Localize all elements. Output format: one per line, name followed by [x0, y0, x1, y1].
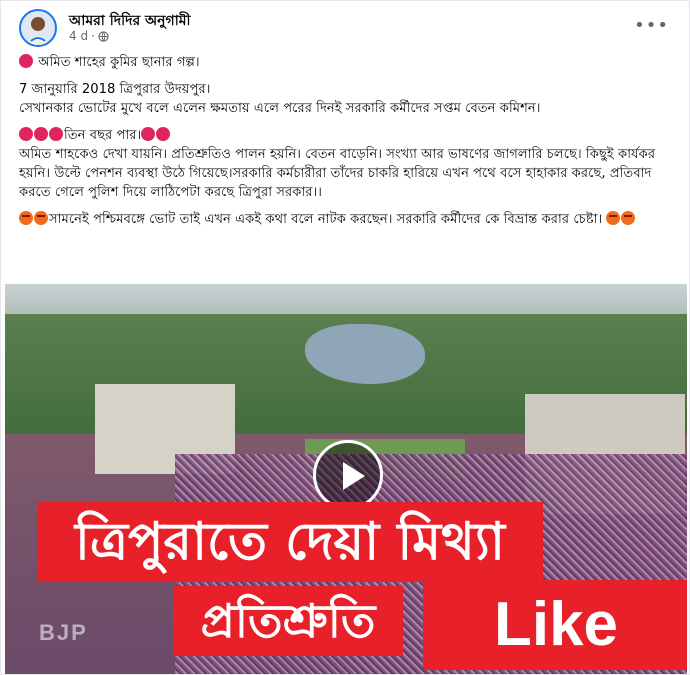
- video-player[interactable]: ত্রিপুরাতে দেয়া মিথ্যা প্রতিশ্রুতি Like…: [5, 284, 687, 674]
- post-line-5: অমিত শাহকেও দেখা যায়নি। প্রতিশ্রুতিও পা…: [19, 147, 656, 200]
- post-line-6: সামনেই পশ্চিমবঙ্গে ভোট তাই এখন একই কথা ব…: [19, 210, 675, 229]
- red-circle-icon: [141, 127, 156, 141]
- angry-face-icon: [19, 211, 33, 225]
- post-line-1: অমিত শাহের কুমির ছানার গল্প।: [19, 53, 675, 72]
- like-overlay-text: Like: [423, 580, 687, 670]
- red-circle-icon: [34, 127, 48, 141]
- red-circle-icon: [49, 127, 63, 141]
- red-circle-icon: [156, 127, 171, 141]
- more-options-icon[interactable]: •••: [634, 15, 669, 36]
- post-text: অমিত শাহের কুমির ছানার গল্প। 7 জানুয়ারি…: [19, 53, 675, 229]
- globe-icon: [98, 30, 109, 42]
- separator-dot: ·: [91, 29, 95, 43]
- page-avatar[interactable]: [19, 9, 57, 47]
- overlay-banner-line1: ত্রিপুরাতে দেয়া মিথ্যা: [37, 502, 543, 582]
- post-header: আমরা দিদির অনুগামী 4 d · •••: [13, 9, 677, 49]
- post-line-3: সেখানকার ভোটের মুখে বলে এলেন ক্ষমতায় এল…: [19, 101, 541, 116]
- post-meta: 4 d ·: [69, 29, 109, 43]
- post-line-4: তিন বছর পার।: [19, 126, 675, 145]
- bjp-watermark: BJP: [39, 620, 88, 645]
- angry-face-icon: [34, 211, 48, 225]
- overlay-banner-line2: প্রতিশ্রুতি: [173, 586, 403, 656]
- post-line-4-text: তিন বছর পার।: [64, 128, 142, 143]
- post-time[interactable]: 4 d: [69, 29, 88, 43]
- red-circle-icon: [19, 54, 33, 68]
- post-line-1-text: অমিত শাহের কুমির ছানার গল্প।: [38, 55, 200, 70]
- facebook-post-card: আমরা দিদির অনুগামী 4 d · ••• অমিত শাহের …: [0, 0, 690, 675]
- play-icon[interactable]: [313, 440, 383, 510]
- red-circle-icon: [19, 127, 33, 141]
- angry-face-icon: [621, 211, 636, 225]
- avatar-portrait-icon: [26, 17, 50, 45]
- post-line-6-text: সামনেই পশ্চিমবঙ্গে ভোট তাই এখন একই কথা ব…: [49, 212, 603, 227]
- angry-face-icon: [606, 211, 621, 225]
- post-line-2: 7 জানুয়ারি 2018 ত্রিপুরার উদয়পুর।: [19, 82, 211, 97]
